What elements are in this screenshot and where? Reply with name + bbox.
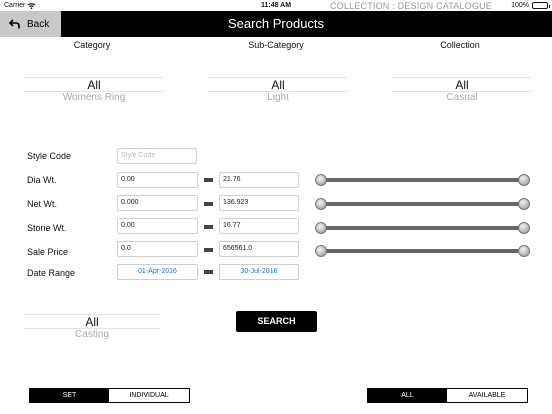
category-label: Category — [73, 40, 111, 50]
battery-icon — [532, 2, 550, 9]
availability-toggle[interactable]: ALL AVAILABLE — [367, 388, 528, 403]
date-to-field[interactable]: 30-Jul-2016 — [219, 264, 299, 280]
net-wt-label: Net Wt. — [27, 199, 58, 209]
view-mode-toggle[interactable]: SET INDIVIDUAL — [29, 388, 190, 403]
set-option[interactable]: SET — [30, 389, 109, 402]
net-wt-range-slider[interactable] — [315, 198, 530, 210]
sale-price-range-slider[interactable] — [315, 245, 530, 257]
sale-price-min-input[interactable]: 0.0 — [117, 241, 198, 257]
dia-wt-min-input[interactable]: 0.00 — [117, 172, 198, 188]
stone-wt-min-input[interactable]: 0.00 — [117, 218, 198, 234]
date-from-field[interactable]: 01-Apr-2016 — [117, 264, 198, 280]
nav-bar: Search Products Back — [0, 11, 552, 37]
back-arrow-icon — [9, 19, 20, 29]
sub-category-selected: All — [271, 78, 285, 92]
net-wt-max-input[interactable]: 136.923 — [219, 195, 299, 211]
slider-min-handle[interactable] — [315, 245, 327, 257]
dia-wt-range-slider[interactable] — [315, 174, 530, 186]
net-wt-min-input[interactable]: 0.000 — [117, 195, 198, 211]
all-option[interactable]: ALL — [368, 389, 447, 402]
range-dash — [204, 225, 213, 229]
sub-category-next-option: Light — [267, 92, 289, 103]
sub-category-picker[interactable]: All Light — [208, 76, 348, 108]
collection-label: Collection — [440, 40, 480, 50]
style-code-label: Style Code — [27, 151, 72, 161]
collection-picker[interactable]: All Casual — [392, 76, 532, 108]
slider-max-handle[interactable] — [518, 245, 530, 257]
back-label: Back — [27, 18, 50, 30]
range-dash — [204, 202, 213, 206]
sub-category-label: Sub-Category — [248, 40, 304, 50]
slider-max-handle[interactable] — [518, 174, 530, 186]
sale-price-max-input[interactable]: 656561.0 — [219, 241, 299, 257]
search-button[interactable]: SEARCH — [236, 311, 317, 332]
slider-min-handle[interactable] — [315, 198, 327, 210]
style-code-input[interactable]: Style Code — [117, 148, 197, 164]
collection-next-option: Casual — [446, 92, 478, 103]
dia-wt-max-input[interactable]: 21.76 — [219, 172, 299, 188]
category-next-option: Womens Ring — [62, 92, 126, 103]
sale-price-label: Sale Price — [27, 247, 69, 257]
slider-max-handle[interactable] — [518, 222, 530, 234]
available-option[interactable]: AVAILABLE — [447, 389, 527, 402]
stone-wt-max-input[interactable]: 16.77 — [219, 218, 299, 234]
metal-next-option: Casting — [75, 329, 109, 340]
collection-selected: All — [455, 78, 469, 92]
range-dash — [204, 178, 213, 182]
back-button[interactable]: Back — [0, 11, 61, 37]
category-picker[interactable]: All Womens Ring — [24, 76, 164, 108]
metal-selected: All — [85, 315, 99, 329]
slider-min-handle[interactable] — [315, 222, 327, 234]
date-range-label: Date Range — [27, 268, 76, 278]
battery-percent: 100% — [511, 2, 529, 9]
range-dash — [204, 270, 213, 274]
stone-wt-range-slider[interactable] — [315, 222, 530, 234]
battery-indicator: 100% — [511, 0, 550, 11]
category-selected: All — [87, 78, 101, 92]
page-title: Search Products — [227, 16, 325, 31]
slider-min-handle[interactable] — [315, 174, 327, 186]
slider-max-handle[interactable] — [518, 198, 530, 210]
dia-wt-label: Dia Wt. — [27, 175, 57, 185]
metal-picker[interactable]: All Casting — [24, 313, 160, 345]
individual-option[interactable]: INDIVIDUAL — [109, 389, 189, 402]
range-dash — [204, 248, 213, 252]
stone-wt-label: Stone Wt. — [27, 223, 67, 233]
